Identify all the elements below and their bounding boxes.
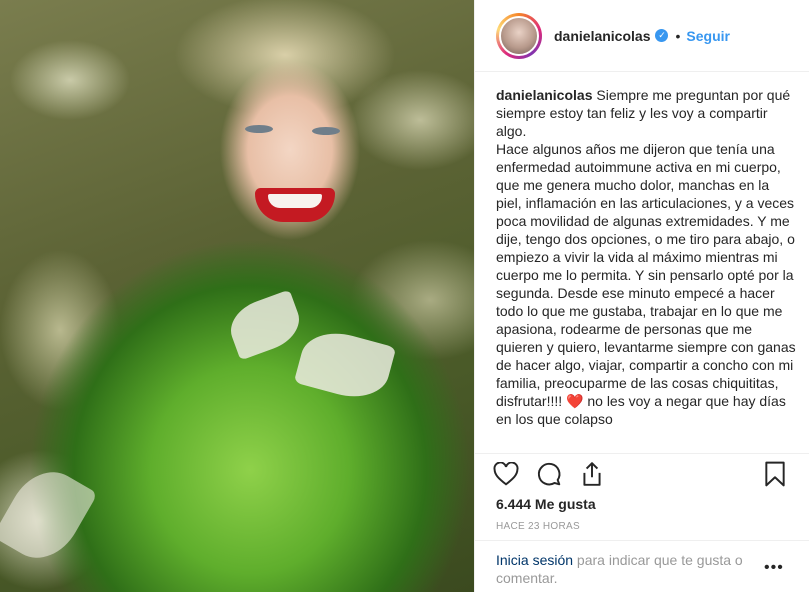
login-prompt: Inicia sesión para indicar que te gusta … — [496, 551, 766, 587]
photo-leaf — [223, 289, 307, 361]
post-panel: danielanicolas ✓ • Seguir danielanicolas… — [474, 0, 809, 592]
photo-eye — [312, 127, 340, 135]
verified-badge-icon: ✓ — [655, 29, 669, 42]
follow-button[interactable]: Seguir — [686, 28, 730, 44]
caption: danielanicolas Siempre me preguntan por … — [496, 86, 798, 428]
photo-teeth — [268, 194, 322, 208]
post-timestamp[interactable]: HACE 23 HORAS — [496, 521, 580, 532]
likes-count[interactable]: 6.444 Me gusta — [496, 496, 596, 512]
heart-emoji: ❤️ — [566, 393, 584, 409]
separator-dot: • — [675, 27, 681, 44]
caption-username[interactable]: danielanicolas — [496, 87, 592, 103]
caption-text-body: Hace algunos años me dijeron que tenía u… — [496, 141, 796, 409]
photo-leaf — [293, 324, 397, 406]
more-options-icon[interactable]: ••• — [764, 559, 784, 577]
login-link[interactable]: Inicia sesión — [496, 552, 573, 568]
avatar-ring[interactable] — [496, 12, 542, 59]
share-icon[interactable] — [578, 460, 606, 488]
action-bar — [475, 453, 809, 493]
username[interactable]: danielanicolas — [554, 28, 650, 44]
photo-leaf — [0, 458, 98, 572]
avatar[interactable] — [499, 15, 539, 56]
bookmark-icon[interactable] — [761, 460, 789, 488]
post-photo[interactable] — [0, 0, 474, 592]
post-header: danielanicolas ✓ • Seguir — [475, 0, 809, 72]
comment-icon[interactable] — [535, 460, 563, 488]
heart-icon[interactable] — [492, 460, 520, 488]
login-bar: Inicia sesión para indicar que te gusta … — [475, 540, 809, 592]
photo-eye — [245, 125, 273, 133]
